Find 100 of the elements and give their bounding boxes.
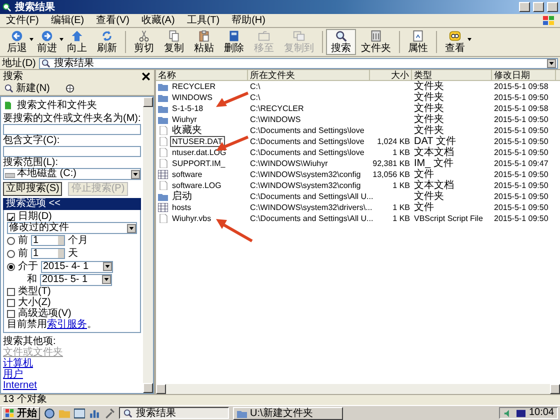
file-name[interactable]: Wiuhyr: [170, 114, 199, 125]
file-name[interactable]: 收藏夹: [170, 125, 204, 136]
date-picker[interactable]: 2015- 4- 1: [41, 260, 113, 272]
toolbar-button[interactable]: 前进: [32, 29, 62, 55]
file-size: 1 KB: [392, 203, 410, 212]
menu-item[interactable]: 查看(V): [90, 14, 136, 27]
file-name[interactable]: Wiuhyr.vbs: [170, 213, 214, 224]
and-label: 和: [27, 274, 37, 285]
scope-dropdown[interactable]: 本地磁盘 (C:): [3, 168, 141, 180]
folder-path: C:\Documents and Settings\love: [250, 126, 364, 135]
search-button[interactable]: 立即搜索(S): [3, 182, 62, 196]
file-type: DAT 文件: [414, 136, 456, 147]
address-field[interactable]: 搜索结果: [38, 58, 558, 68]
folder-path: C:\: [250, 82, 260, 91]
file-type: 文件夹: [414, 81, 444, 92]
column-header[interactable]: 修改日期: [492, 70, 556, 80]
file-size: 1 KB: [392, 181, 410, 190]
toolbar-button[interactable]: 删除: [219, 29, 249, 55]
file-name[interactable]: hosts: [170, 202, 194, 213]
field-label: 要搜索的文件或文件夹名为(M):: [3, 113, 141, 124]
field-label: 搜索范围(L):: [3, 157, 59, 168]
toolbar-button[interactable]: 搜索: [326, 29, 356, 55]
toolbar-button[interactable]: 属性: [403, 29, 433, 55]
menu-item[interactable]: 文件(F): [0, 14, 45, 27]
date-picker[interactable]: 2015- 5- 1: [40, 274, 112, 286]
menu-item[interactable]: 编辑(E): [44, 14, 90, 27]
file-type: 文件夹: [414, 92, 444, 103]
toolbar-button[interactable]: 刷新: [92, 29, 122, 55]
folder-path: C:\WINDOWS\system32\config: [250, 170, 361, 179]
file-type: IM_ 文件: [414, 158, 454, 169]
unit-label: 天: [68, 248, 78, 259]
file-size: 92,381 KB: [372, 159, 410, 168]
modified-date: 2015-5-1 09:58: [494, 82, 548, 91]
radio-label: 介于: [18, 261, 38, 272]
file-size: 13,056 KB: [372, 170, 410, 179]
file-name[interactable]: NTUSER.DAT: [170, 136, 225, 147]
file-type: 文件: [414, 169, 434, 180]
menu-item[interactable]: 工具(T): [180, 14, 226, 27]
toolbar-button[interactable]: 剪切: [129, 29, 159, 55]
file-name[interactable]: RECYCLER: [170, 81, 218, 92]
column-header[interactable]: 大小: [370, 70, 412, 80]
toolbar-button[interactable]: 文件夹: [356, 29, 396, 55]
modified-date: 2015-5-1 09:50: [494, 170, 548, 179]
search-link[interactable]: 计算机: [3, 358, 141, 369]
folder-path: C:\RECYCLER: [250, 104, 304, 113]
file-type: 文件夹: [414, 125, 444, 136]
index-note: 目前禁用索引服务。: [7, 319, 98, 330]
folder-path: C:\: [250, 93, 260, 102]
file-type: 文件: [414, 202, 434, 213]
folder-path: C:\WINDOWS\system32\drivers\...: [250, 203, 372, 212]
clock: 10:04: [528, 408, 554, 418]
index-service-link[interactable]: 索引服务: [47, 319, 87, 330]
column-header[interactable]: 所在文件夹: [248, 70, 370, 80]
radio-label: 前: [18, 248, 28, 259]
menu-item[interactable]: 帮助(H): [226, 14, 272, 27]
folder-path: C:\Documents and Settings\love: [250, 137, 364, 146]
file-name[interactable]: SUPPORT.IM_: [170, 158, 228, 169]
folder-path: C:\WINDOWS: [250, 115, 301, 124]
start-button[interactable]: 开始: [2, 406, 40, 420]
toolbar-button[interactable]: 复制: [159, 29, 189, 55]
taskbar-button[interactable]: 搜索结果: [119, 407, 229, 419]
checkbox-label: 大小(Z): [18, 297, 51, 308]
file-name[interactable]: software: [170, 169, 204, 180]
status-text: 13 个对象: [3, 395, 47, 405]
folder-path: C:\Documents and Settings\All U...: [250, 214, 374, 223]
radio-label: 前: [18, 235, 28, 246]
modified-date: 2015-5-1 09:47: [494, 159, 548, 168]
options-header[interactable]: 搜索选项 <<: [3, 198, 141, 210]
date-type-dropdown[interactable]: 修改过的文件: [7, 222, 137, 234]
section-label: 搜索其他项:: [3, 336, 56, 347]
search-link[interactable]: 用户: [3, 369, 141, 380]
folder-path: C:\WINDOWS\Wiuhyr: [250, 159, 328, 168]
column-header[interactable]: 名称: [156, 70, 248, 80]
menu-item[interactable]: 收藏(A): [135, 14, 181, 27]
file-name[interactable]: 启动: [170, 191, 194, 202]
file-size: 1 KB: [392, 214, 410, 223]
file-name[interactable]: ntuser.dat.LOG: [170, 147, 228, 158]
toolbar-button[interactable]: 后退: [2, 29, 32, 55]
taskbar-button[interactable]: U:\新建文件夹: [233, 406, 343, 420]
checkbox-label: 日期(D): [18, 211, 52, 222]
modified-date: 2015-5-1 09:50: [494, 192, 548, 201]
field-label: 包含文字(C):: [3, 135, 61, 146]
file-name[interactable]: S-1-5-18: [170, 103, 206, 114]
toolbar-button[interactable]: 粘贴: [189, 29, 219, 55]
toolbar-button[interactable]: 向上: [62, 29, 92, 55]
file-name[interactable]: WINDOWS: [170, 92, 214, 103]
modified-date: 2015-5-1 09:50: [494, 126, 548, 135]
file-type: 文本文档: [414, 180, 454, 191]
number-spinner[interactable]: 1: [31, 248, 65, 259]
column-header[interactable]: 类型: [412, 70, 492, 80]
modified-date: 2015-5-1 09:50: [494, 93, 548, 102]
new-search-button[interactable]: 新建(N): [2, 83, 52, 94]
modified-date: 2015-5-1 09:50: [494, 115, 548, 124]
modified-date: 2015-5-1 09:50: [494, 203, 548, 212]
file-name[interactable]: software.LOG: [170, 180, 224, 191]
number-spinner[interactable]: 1: [31, 235, 65, 246]
search-link[interactable]: Internet: [3, 380, 141, 391]
file-size: 1,024 KB: [377, 137, 410, 146]
modified-date: 2015-5-1 09:50: [494, 214, 548, 223]
toolbar-button[interactable]: 查看: [440, 29, 470, 55]
